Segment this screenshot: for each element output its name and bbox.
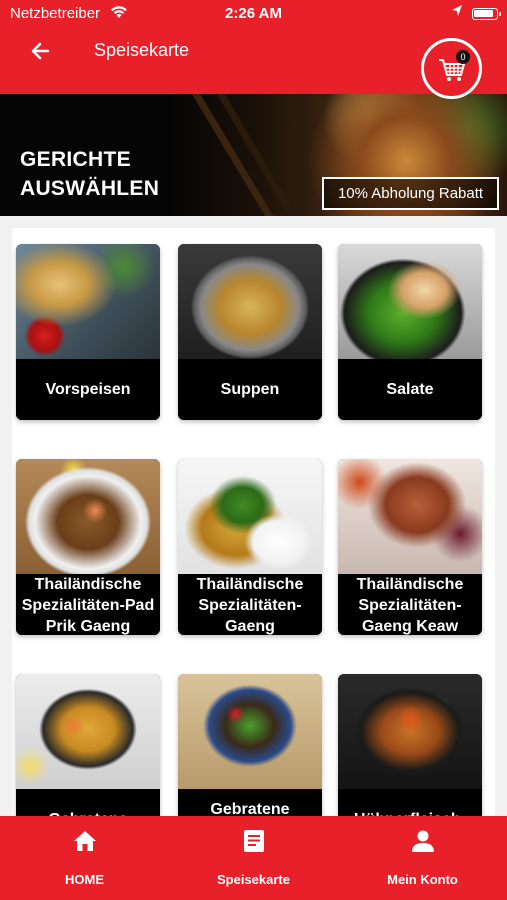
- home-icon: [74, 831, 96, 851]
- category-card-vorspeisen[interactable]: Vorspeisen: [16, 244, 160, 420]
- nav-speisekarte[interactable]: Speisekarte: [169, 816, 338, 900]
- nav-home[interactable]: HOME: [0, 816, 169, 900]
- nav-mein-konto-label: Mein Konto: [387, 872, 458, 887]
- fried-rice-shrimp-image: [16, 674, 160, 789]
- location-arrow-icon: [451, 4, 463, 22]
- category-label: Gebratene Nudeln: [178, 789, 322, 816]
- category-label: Thailändische Spezialitäten-Gaeng Massam…: [178, 574, 322, 635]
- spring-rolls-image: [16, 244, 160, 359]
- discount-badge: 10% Abholung Rabatt: [322, 177, 499, 210]
- nav-home-label: HOME: [65, 872, 104, 887]
- category-label: Vorspeisen: [16, 359, 160, 420]
- chopsticks-image: [191, 94, 297, 216]
- pad-thai-image: [16, 459, 160, 574]
- category-card-gaeng-massaman[interactable]: Thailändische Spezialitäten-Gaeng Massam…: [178, 459, 322, 635]
- back-arrow-icon: [31, 42, 50, 60]
- fried-noodles-image: [178, 674, 322, 789]
- category-label: Salate: [338, 359, 482, 420]
- shopping-cart-icon: [439, 59, 465, 81]
- page-title: Speisekarte: [94, 40, 190, 60]
- category-card-gebratene[interactable]: Gebratene: [16, 674, 160, 816]
- menu-icon: [244, 830, 264, 852]
- category-label: Thailändische Spezialitäten-Pad Prik Gae…: [16, 574, 160, 635]
- bottom-navigation: HOME Speisekarte Mein Konto: [0, 816, 507, 900]
- nav-speisekarte-label: Speisekarte: [217, 872, 290, 887]
- banner-title: GERICHTE AUSWÄHLEN: [20, 148, 160, 200]
- category-label: Thailändische Spezialitäten-Gaeng Keaw W…: [338, 574, 482, 635]
- duck-breast-image: [338, 459, 482, 574]
- account-icon: [412, 830, 434, 852]
- category-grid: Vorspeisen Suppen Salate Thailändische S…: [0, 216, 507, 816]
- status-bar: Netzbetreiber 2:26 AM: [0, 0, 507, 28]
- nav-mein-konto[interactable]: Mein Konto: [338, 816, 507, 900]
- cart-count-badge: 0: [456, 50, 470, 64]
- category-label: Hühnerfleisch-: [338, 789, 482, 816]
- category-label: Gebratene: [16, 789, 160, 816]
- category-card-gebratene-nudeln[interactable]: Gebratene Nudeln: [178, 674, 322, 816]
- back-button[interactable]: [28, 38, 54, 64]
- chicken-stirfry-image: [338, 674, 482, 789]
- soup-image: [178, 244, 322, 359]
- battery-icon: [472, 8, 501, 20]
- cart-button[interactable]: [421, 38, 482, 99]
- salad-image: [338, 244, 482, 359]
- category-card-gaeng-keaw-wahn[interactable]: Thailändische Spezialitäten-Gaeng Keaw W…: [338, 459, 482, 635]
- category-card-huehnerfleisch[interactable]: Hühnerfleisch-: [338, 674, 482, 816]
- category-card-pad-prik-gaeng[interactable]: Thailändische Spezialitäten-Pad Prik Gae…: [16, 459, 160, 635]
- category-card-suppen[interactable]: Suppen: [178, 244, 322, 420]
- status-time: 2:26 AM: [225, 5, 282, 22]
- category-card-salate[interactable]: Salate: [338, 244, 482, 420]
- category-label: Suppen: [178, 359, 322, 420]
- curry-rice-image: [178, 459, 322, 574]
